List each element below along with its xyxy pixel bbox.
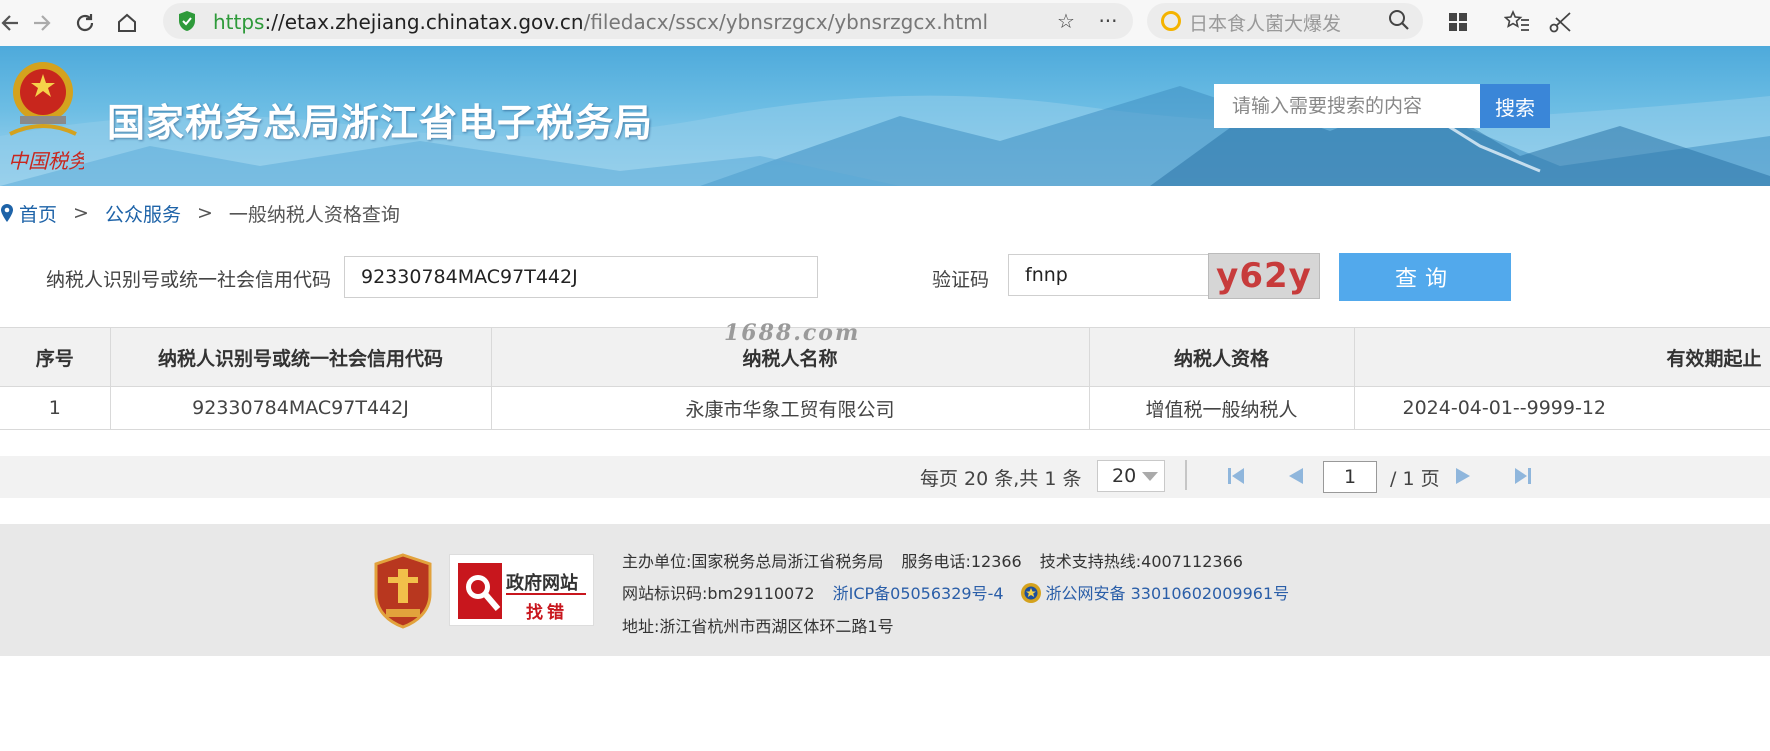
support-value: 4007112366 <box>1141 552 1243 571</box>
national-emblem-logo: 中国税务 <box>2 56 90 178</box>
pagination-bar: 每页 20 条,共 1 条 20 / 1 页 <box>0 456 1770 498</box>
home-icon <box>118 13 136 32</box>
site-id-label: 网站标识码 <box>622 584 703 603</box>
column-header-taxpayer-id: 纳税人识别号或统一社会信用代码 <box>110 327 492 387</box>
column-header-qualification: 纳税人资格 <box>1089 327 1355 387</box>
breadcrumb: 首页 > 公众服务 > 一般纳税人资格查询 <box>0 200 400 226</box>
secure-shield-icon <box>177 10 197 36</box>
arrow-left-icon <box>1 15 18 31</box>
site-title: 国家税务总局浙江省电子税务局 <box>107 101 654 145</box>
breadcrumb-home-link[interactable]: 首页 <box>19 200 57 227</box>
footer-line-address: 地址:浙江省杭州市西湖区体环二路1号 <box>622 617 894 636</box>
apps-grid-icon[interactable] <box>1444 8 1472 36</box>
phone-value: 12366 <box>970 552 1022 571</box>
previous-page-button[interactable] <box>1283 465 1307 487</box>
footer-line-host: 主办单位:国家税务总局浙江省税务局 服务电话:12366 技术支持热线:400711… <box>622 552 1243 571</box>
svg-text:中国税务: 中国税务 <box>8 149 84 173</box>
url-text: https://etax.zhejiang.chinatax.gov.cn/fi… <box>213 10 989 34</box>
next-page-button[interactable] <box>1452 465 1476 487</box>
breadcrumb-separator: > <box>196 202 213 224</box>
breadcrumb-public-service-link[interactable]: 公众服务 <box>105 200 181 227</box>
taxpayer-id-label: 纳税人识别号或统一社会信用代码 <box>46 269 332 291</box>
browser-toolbar: https://etax.zhejiang.chinatax.gov.cn/fi… <box>0 0 1770 46</box>
cell-qualification: 增值税一般纳税人 <box>1089 386 1355 430</box>
address-label: 地址 <box>622 617 655 636</box>
favorites-icon[interactable] <box>1503 8 1531 36</box>
address-bar[interactable]: https://etax.zhejiang.chinatax.gov.cn/fi… <box>163 3 1133 39</box>
last-page-button[interactable] <box>1511 465 1535 487</box>
taxpayer-id-input[interactable] <box>344 256 818 298</box>
chevron-down-icon <box>1142 472 1158 481</box>
page-size-value: 20 <box>1112 465 1137 487</box>
search-icon[interactable] <box>1388 9 1410 35</box>
address-value: 浙江省杭州市西湖区体环二路1号 <box>659 617 894 636</box>
table-row: 1 92330784MAC97T442J 永康市华象工贸有限公司 增值税一般纳税… <box>0 386 1770 430</box>
captcha-input[interactable] <box>1008 254 1210 296</box>
total-pages-text: / 1 页 <box>1390 468 1440 490</box>
scissors-icon[interactable] <box>1546 8 1574 36</box>
browser-search-box[interactable]: 日本食人菌大爆发 <box>1147 3 1423 39</box>
icp-link[interactable]: 浙ICP备05056329号-4 <box>833 584 1004 603</box>
back-button[interactable] <box>0 6 28 40</box>
site-id-value: bm29110072 <box>707 584 815 603</box>
gov-badge-title: 政府网站 <box>506 573 578 594</box>
arrow-right-icon <box>34 15 51 31</box>
footer-line-registration: 网站标识码:bm29110072 浙ICP备05056329号-4 浙公网安备 33… <box>622 583 1290 603</box>
breadcrumb-separator: > <box>73 202 89 224</box>
captcha-image[interactable]: y62y <box>1208 253 1320 299</box>
result-table: 序号 纳税人识别号或统一社会信用代码 纳税人名称 纳税人资格 有效期起止 1 9… <box>0 327 1770 430</box>
party-government-badge-icon[interactable] <box>372 553 434 629</box>
site-banner: 中国税务 国家税务总局浙江省电子税务局 搜索 <box>0 46 1770 186</box>
forward-button[interactable] <box>25 6 59 40</box>
column-header-index: 序号 <box>0 327 111 387</box>
site-search-button[interactable]: 搜索 <box>1480 84 1550 128</box>
site-search-input[interactable] <box>1214 84 1480 128</box>
search-engine-icon <box>1161 11 1181 31</box>
page-size-select[interactable]: 20 <box>1097 460 1165 492</box>
breadcrumb-current: 一般纳税人资格查询 <box>228 203 400 226</box>
previous-page-icon <box>1289 468 1303 484</box>
first-page-icon <box>1228 468 1244 484</box>
pagination-info: 每页 20 条,共 1 条 <box>920 468 1082 490</box>
gov-badge-subtitle: 找错 <box>526 603 568 623</box>
host-label: 主办单位 <box>622 552 687 571</box>
query-button[interactable]: 查询 <box>1339 253 1511 301</box>
last-page-icon <box>1515 468 1531 484</box>
police-badge-icon <box>1020 583 1041 603</box>
first-page-button[interactable] <box>1224 465 1248 487</box>
support-label: 技术支持热线 <box>1039 552 1136 571</box>
search-suggestion: 日本食人菌大爆发 <box>1189 13 1342 35</box>
column-header-validity: 有效期起止 <box>1354 327 1770 387</box>
bookmark-star-icon[interactable]: ☆ <box>1053 9 1079 33</box>
watermark-text: 1688.com <box>724 320 861 346</box>
cell-validity: 2024-04-01--9999-12 <box>1354 386 1770 430</box>
cell-taxpayer-name: 永康市华象工贸有限公司 <box>491 386 1090 430</box>
captcha-label: 验证码 <box>932 269 990 291</box>
home-button[interactable] <box>110 6 144 40</box>
next-page-icon <box>1456 468 1470 484</box>
current-page-input[interactable] <box>1323 461 1377 493</box>
magnifier-icon <box>458 563 502 619</box>
location-pin-icon <box>0 203 14 223</box>
more-icon[interactable]: ··· <box>1095 9 1121 33</box>
pager-divider <box>1185 460 1187 490</box>
host-value: 国家税务总局浙江省税务局 <box>691 552 884 571</box>
reload-button[interactable] <box>68 6 102 40</box>
gov-site-error-report-badge[interactable]: 政府网站 找错 <box>449 554 594 626</box>
cell-taxpayer-id: 92330784MAC97T442J <box>110 386 492 430</box>
cell-index: 1 <box>0 386 111 430</box>
phone-label: 服务电话 <box>901 552 966 571</box>
reload-icon <box>76 14 94 32</box>
gov-badge-divider <box>506 593 586 595</box>
police-record-link[interactable]: 浙公网安备 33010602009961号 <box>1046 584 1290 603</box>
table-header-row: 序号 纳税人识别号或统一社会信用代码 纳税人名称 纳税人资格 有效期起止 <box>0 327 1770 387</box>
